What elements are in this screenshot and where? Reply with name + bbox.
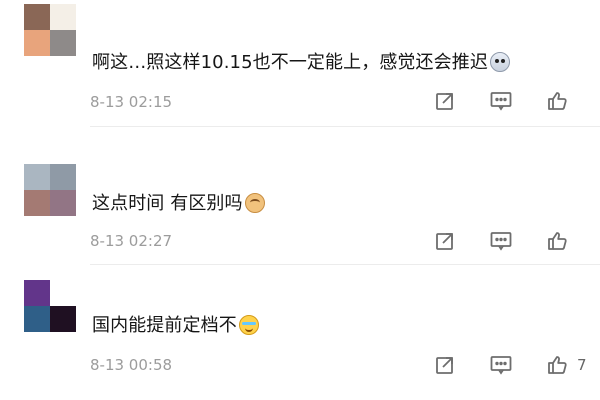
like-button[interactable]: 7 bbox=[545, 352, 587, 378]
avatar-block bbox=[24, 306, 50, 332]
comment-divider bbox=[90, 126, 600, 127]
like-icon bbox=[548, 356, 567, 374]
like-count: 7 bbox=[577, 356, 587, 374]
share-icon bbox=[436, 357, 453, 374]
avatar-block bbox=[24, 164, 50, 190]
comment-text: 这点时间 有区别吗 bbox=[92, 192, 265, 216]
avatar-block bbox=[24, 30, 50, 56]
avatar-block bbox=[50, 190, 76, 216]
avatar-block bbox=[24, 280, 50, 306]
comment-button[interactable] bbox=[489, 352, 513, 378]
avatar-block bbox=[50, 306, 76, 332]
avatar-block bbox=[50, 30, 76, 56]
like-icon bbox=[548, 92, 567, 110]
share-button[interactable] bbox=[434, 228, 456, 254]
comment-icon bbox=[490, 356, 512, 375]
user-avatar[interactable] bbox=[24, 280, 76, 332]
avatar-block bbox=[50, 280, 76, 306]
share-icon bbox=[436, 233, 453, 250]
share-button[interactable] bbox=[434, 88, 456, 114]
comment-actions bbox=[434, 88, 576, 114]
comment-actions: 7 bbox=[434, 352, 587, 378]
comment-actions bbox=[434, 228, 576, 254]
like-icon bbox=[548, 232, 567, 250]
comment-button[interactable] bbox=[489, 88, 513, 114]
cat-emoji bbox=[244, 193, 265, 213]
comment-item-3: 国内能提前定档不 8-13 00:58 7 bbox=[0, 266, 600, 400]
comment-button[interactable] bbox=[489, 228, 513, 254]
comment-timestamp: 8-13 02:27 bbox=[90, 232, 173, 250]
avatar-block bbox=[24, 4, 50, 30]
like-button[interactable] bbox=[545, 228, 577, 254]
comment-timestamp: 8-13 02:15 bbox=[90, 93, 173, 111]
laugh-cry-emoji bbox=[238, 315, 259, 335]
comment-item-1: 啊这…照这样10.15也不一定能上，感觉还会推迟 8-13 02:15 bbox=[0, 0, 600, 128]
comment-timestamp: 8-13 00:58 bbox=[90, 356, 173, 374]
comment-text: 国内能提前定档不 bbox=[92, 314, 259, 338]
avatar-block bbox=[50, 4, 76, 30]
comment-divider bbox=[90, 264, 600, 265]
comment-item-2: 这点时间 有区别吗 8-13 02:27 bbox=[0, 128, 600, 266]
share-icon bbox=[436, 93, 453, 110]
user-avatar[interactable] bbox=[24, 4, 76, 56]
husky-emoji bbox=[489, 52, 510, 72]
avatar-block bbox=[50, 164, 76, 190]
comment-text: 啊这…照这样10.15也不一定能上，感觉还会推迟 bbox=[92, 51, 510, 75]
comment-feed: 啊这…照这样10.15也不一定能上，感觉还会推迟 8-13 02:15 这点时间… bbox=[0, 0, 600, 400]
share-button[interactable] bbox=[434, 352, 456, 378]
comment-icon bbox=[490, 232, 512, 251]
like-button[interactable] bbox=[545, 88, 577, 114]
avatar-block bbox=[24, 190, 50, 216]
user-avatar[interactable] bbox=[24, 164, 76, 216]
comment-icon bbox=[490, 92, 512, 111]
